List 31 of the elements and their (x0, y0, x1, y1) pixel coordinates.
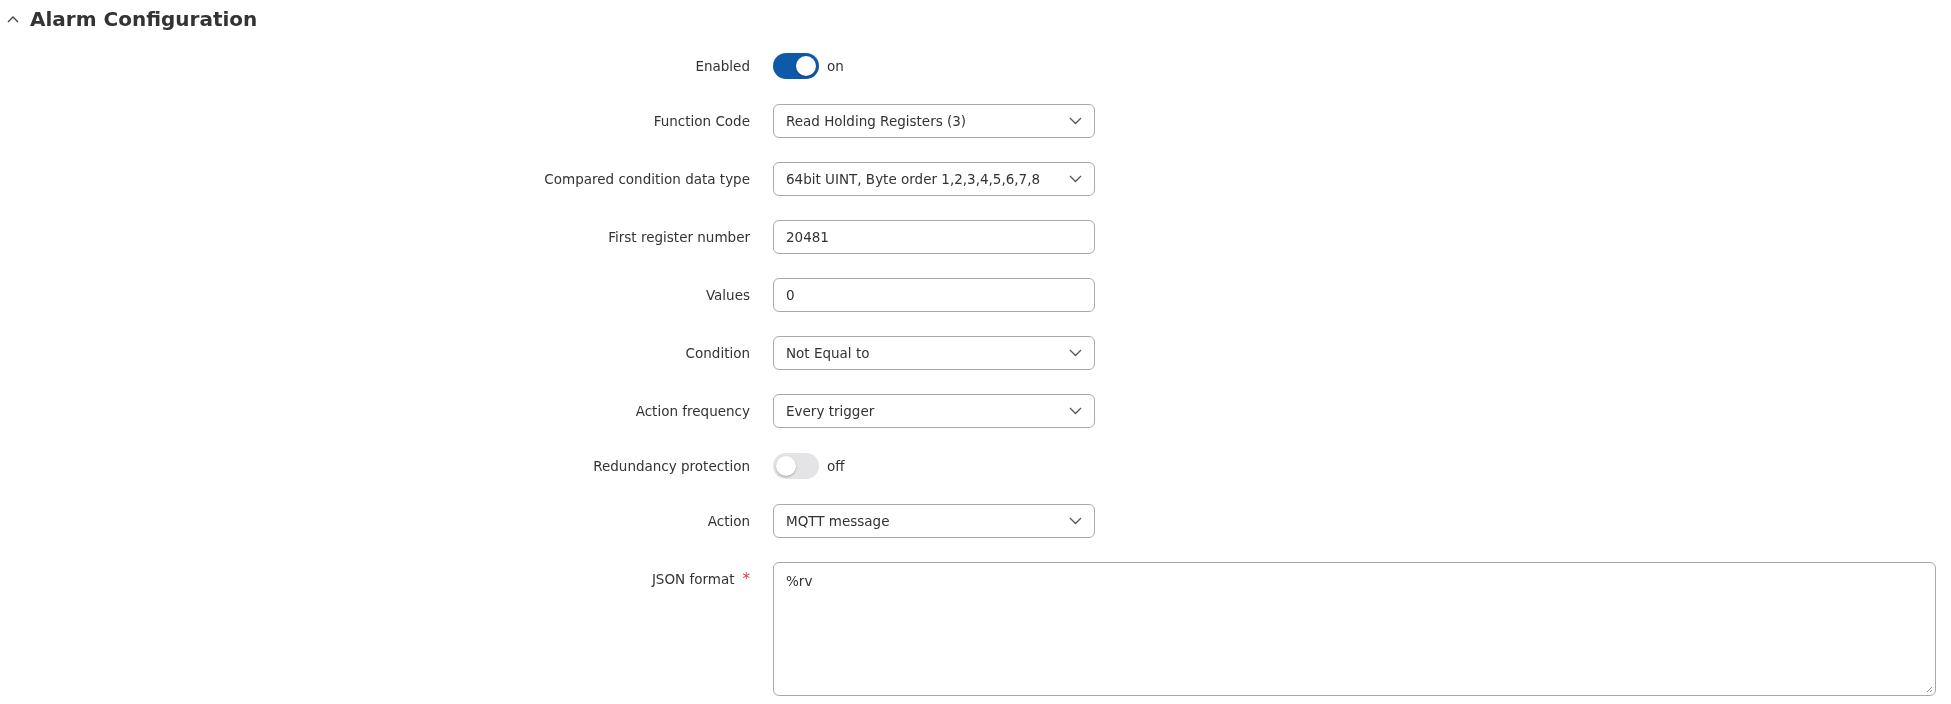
field-label: Redundancy protection (593, 458, 750, 474)
field-label: JSON format (651, 571, 735, 587)
field-label: Compared condition data type (544, 171, 750, 187)
field-label: Enabled (695, 58, 750, 74)
field-label: Action frequency (635, 403, 750, 419)
section-title: Alarm Configuration (30, 7, 258, 31)
field-label: First register number (608, 229, 750, 245)
caret-icon (1069, 117, 1082, 125)
input-field[interactable]: 0 (773, 278, 1095, 312)
required-mark: * (742, 570, 750, 588)
toggle-state: on (827, 58, 844, 74)
field-label: Values (705, 287, 750, 303)
field-label: Function Code (653, 113, 750, 129)
select-field[interactable]: MQTT message (773, 504, 1095, 538)
resize-grip-icon[interactable] (1925, 685, 1933, 693)
select-field[interactable]: Not Equal to (773, 336, 1095, 370)
caret-icon (1069, 407, 1082, 415)
input-field[interactable]: 20481 (773, 220, 1095, 254)
select-field[interactable]: Read Holding Registers (3) (773, 104, 1095, 138)
textarea-field[interactable]: %rv (773, 562, 1936, 696)
toggle-switch[interactable] (773, 53, 819, 79)
caret-icon (1069, 349, 1082, 357)
toggle-switch[interactable] (773, 453, 819, 479)
field-label: Condition (685, 345, 750, 361)
select-field[interactable]: 64bit UINT, Byte order 1,2,3,4,5,6,7,8 (773, 162, 1095, 196)
select-field[interactable]: Every trigger (773, 394, 1095, 428)
field-label: Action (707, 513, 750, 529)
toggle-state: off (827, 458, 845, 474)
chevron-icon[interactable] (6, 14, 20, 24)
caret-icon (1069, 517, 1082, 525)
caret-icon (1069, 175, 1082, 183)
